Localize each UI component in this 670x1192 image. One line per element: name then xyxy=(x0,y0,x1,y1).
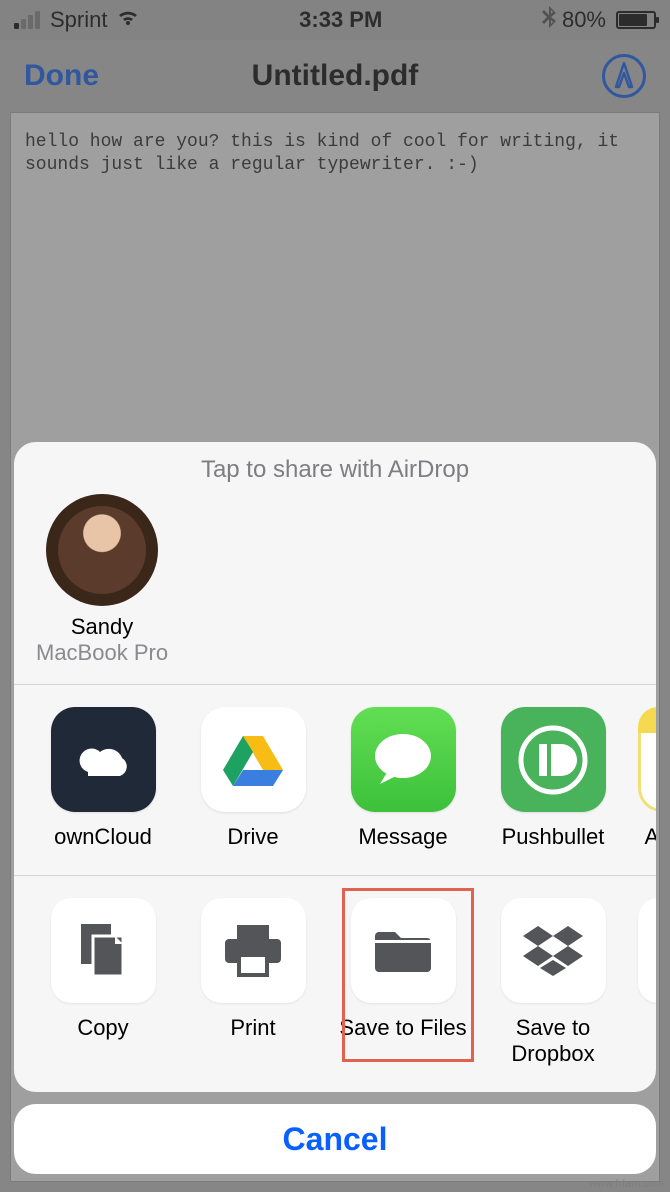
copy-icon xyxy=(51,898,156,1003)
share-app-message[interactable]: Message xyxy=(328,707,478,849)
message-icon xyxy=(351,707,456,812)
folder-icon xyxy=(351,898,456,1003)
avatar xyxy=(46,494,158,606)
action-label: Save to Files xyxy=(339,1015,466,1040)
app-label: ownCloud xyxy=(54,824,152,849)
share-sheet: Tap to share with AirDrop Sandy MacBook … xyxy=(14,442,656,1092)
partial-icon xyxy=(638,898,656,1003)
airdrop-header: Tap to share with AirDrop xyxy=(14,442,656,494)
cancel-label: Cancel xyxy=(283,1121,388,1158)
share-app-owncloud[interactable]: ownCloud xyxy=(28,707,178,849)
action-partial[interactable] xyxy=(628,898,656,1066)
dropbox-icon xyxy=(501,898,606,1003)
share-apps-row[interactable]: ownCloud Drive Message Pushbullet xyxy=(14,685,656,875)
print-icon xyxy=(201,898,306,1003)
app-label: Message xyxy=(358,824,447,849)
share-app-pushbullet[interactable]: Pushbullet xyxy=(478,707,628,849)
action-save-to-dropbox[interactable]: Save to Dropbox xyxy=(478,898,628,1066)
app-label: Drive xyxy=(227,824,278,849)
notes-icon xyxy=(638,707,656,812)
airdrop-device: MacBook Pro xyxy=(36,640,168,666)
app-label: Pushbullet xyxy=(502,824,605,849)
share-app-drive[interactable]: Drive xyxy=(178,707,328,849)
action-label: Save to Dropbox xyxy=(511,1015,594,1066)
share-actions-row[interactable]: Copy Print Save to Files Save to Dropb xyxy=(14,876,656,1092)
action-save-to-files[interactable]: Save to Files xyxy=(328,898,478,1066)
action-label: Print xyxy=(230,1015,275,1040)
drive-icon xyxy=(201,707,306,812)
app-label: Ad xyxy=(645,824,656,849)
watermark: www.frfam.com xyxy=(589,1178,664,1190)
action-copy[interactable]: Copy xyxy=(28,898,178,1066)
action-label: Copy xyxy=(77,1015,128,1040)
action-print[interactable]: Print xyxy=(178,898,328,1066)
cancel-button[interactable]: Cancel xyxy=(14,1104,656,1174)
owncloud-icon xyxy=(51,707,156,812)
pushbullet-icon xyxy=(501,707,606,812)
airdrop-target[interactable]: Sandy MacBook Pro xyxy=(36,494,168,666)
share-app-partial[interactable]: Ad xyxy=(628,707,656,849)
airdrop-name: Sandy xyxy=(36,614,168,640)
